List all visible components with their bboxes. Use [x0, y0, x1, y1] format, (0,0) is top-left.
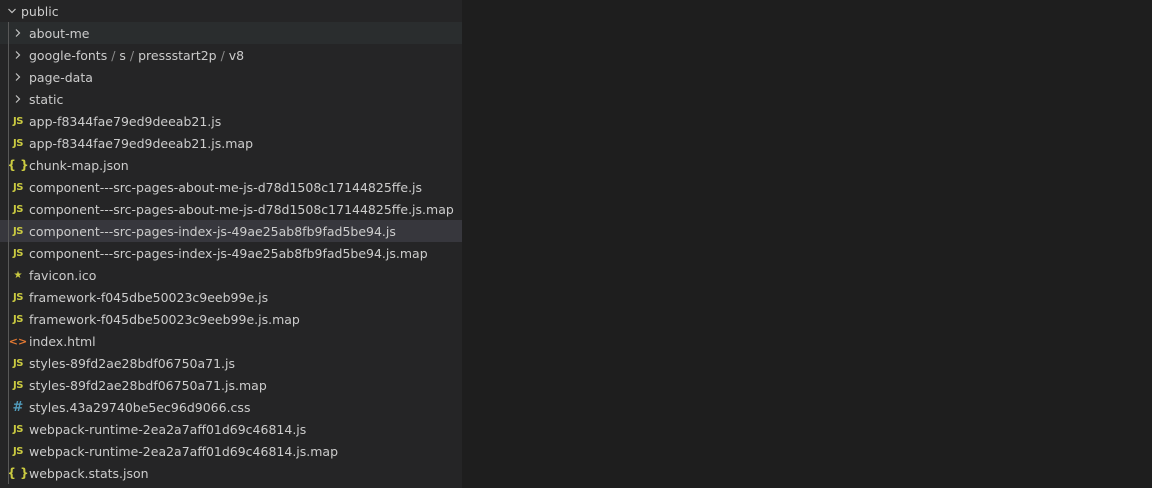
star-icon: ★	[13, 269, 23, 281]
js-icon: JS	[13, 313, 23, 325]
file-item[interactable]: JS framework-f045dbe50023c9eeb99e.js.map	[0, 308, 462, 330]
compact-folder-segment[interactable]: pressstart2p	[138, 48, 217, 63]
file-label: component---src-pages-about-me-js-d78d15…	[29, 201, 454, 217]
file-item[interactable]: JS component---src-pages-about-me-js-d78…	[0, 198, 462, 220]
file-item[interactable]: JS app-f8344fae79ed9deeab21.js	[0, 110, 462, 132]
chevron-down-icon	[4, 0, 20, 22]
folder-label: static	[29, 91, 64, 107]
file-explorer: public about-me google-fonts / s / press…	[0, 0, 462, 488]
file-label: styles-89fd2ae28bdf06750a71.js	[29, 355, 236, 371]
compact-folder-segment[interactable]: google-fonts	[29, 48, 107, 63]
file-item[interactable]: JS styles-89fd2ae28bdf06750a71.js	[0, 352, 462, 374]
file-label: webpack.stats.json	[29, 465, 149, 481]
file-item[interactable]: JS component---src-pages-index-js-49ae25…	[0, 242, 462, 264]
file-label: styles-89fd2ae28bdf06750a71.js.map	[29, 377, 267, 393]
file-label: framework-f045dbe50023c9eeb99e.js	[29, 289, 269, 305]
js-icon: JS	[13, 357, 23, 369]
indent-guide	[8, 22, 9, 44]
file-label: webpack-runtime-2ea2a7aff01d69c46814.js.…	[29, 443, 339, 459]
file-label: styles.43a29740be5ec96d9066.css	[29, 399, 251, 415]
js-icon: JS	[13, 247, 23, 259]
editor-area[interactable]	[462, 0, 1152, 488]
file-item[interactable]: # styles.43a29740be5ec96d9066.css	[0, 396, 462, 418]
file-item[interactable]: JS component---src-pages-about-me-js-d78…	[0, 176, 462, 198]
indent-guide	[8, 330, 9, 352]
folder-static[interactable]: static	[0, 88, 462, 110]
indent-guide	[8, 264, 9, 286]
file-label: app-f8344fae79ed9deeab21.js.map	[29, 135, 254, 151]
folder-page-data[interactable]: page-data	[0, 66, 462, 88]
file-label: app-f8344fae79ed9deeab21.js	[29, 113, 222, 129]
chevron-right-icon	[10, 44, 26, 66]
file-item[interactable]: JS app-f8344fae79ed9deeab21.js.map	[0, 132, 462, 154]
indent-guide	[8, 88, 9, 110]
file-label: component---src-pages-index-js-49ae25ab8…	[29, 223, 396, 239]
file-label: chunk-map.json	[29, 157, 129, 173]
chevron-right-icon	[10, 22, 26, 44]
js-icon: JS	[13, 137, 23, 149]
file-item[interactable]: JS framework-f045dbe50023c9eeb99e.js	[0, 286, 462, 308]
indent-guide	[8, 110, 9, 132]
chevron-right-icon	[10, 88, 26, 110]
indent-guide	[8, 374, 9, 396]
file-label: component---src-pages-index-js-49ae25ab8…	[29, 245, 428, 261]
js-icon: JS	[13, 203, 23, 215]
indent-guide	[8, 132, 9, 154]
file-label: component---src-pages-about-me-js-d78d15…	[29, 179, 423, 195]
indent-guide	[8, 396, 9, 418]
json-icon: { }	[7, 466, 29, 480]
indent-guide	[8, 66, 9, 88]
indent-guide	[8, 44, 9, 66]
file-item-selected[interactable]: JS component---src-pages-index-js-49ae25…	[0, 220, 462, 242]
folder-label: page-data	[29, 69, 93, 85]
file-item[interactable]: JS webpack-runtime-2ea2a7aff01d69c46814.…	[0, 418, 462, 440]
file-item[interactable]: ★ favicon.ico	[0, 264, 462, 286]
js-icon: JS	[13, 225, 23, 237]
file-item[interactable]: { } webpack.stats.json	[0, 462, 462, 484]
js-icon: JS	[13, 423, 23, 435]
css-icon: #	[12, 399, 24, 415]
indent-guide	[8, 242, 9, 264]
js-icon: JS	[13, 291, 23, 303]
compact-folder-segment[interactable]: v8	[229, 48, 244, 63]
folder-google-fonts[interactable]: google-fonts / s / pressstart2p / v8	[0, 44, 462, 66]
file-label: index.html	[29, 333, 96, 349]
js-icon: JS	[13, 379, 23, 391]
folder-public[interactable]: public	[0, 0, 462, 22]
path-separator: /	[125, 47, 139, 63]
folder-label-public: public	[21, 3, 59, 19]
indent-guide	[8, 418, 9, 440]
indent-guide	[8, 308, 9, 330]
file-item[interactable]: { } chunk-map.json	[0, 154, 462, 176]
indent-guide	[8, 198, 9, 220]
js-icon: JS	[13, 181, 23, 193]
file-label: favicon.ico	[29, 267, 97, 283]
file-item[interactable]: <> index.html	[0, 330, 462, 352]
indent-guide	[8, 440, 9, 462]
file-item[interactable]: JS styles-89fd2ae28bdf06750a71.js.map	[0, 374, 462, 396]
indent-guide	[8, 220, 9, 242]
html-icon: <>	[8, 334, 28, 348]
chevron-right-icon	[10, 66, 26, 88]
file-label: webpack-runtime-2ea2a7aff01d69c46814.js	[29, 421, 307, 437]
indent-guide	[8, 286, 9, 308]
indent-guide	[8, 462, 9, 484]
path-separator: /	[107, 47, 120, 63]
folder-label: about-me	[29, 25, 90, 41]
js-icon: JS	[13, 445, 23, 457]
compact-folder-label: google-fonts / s / pressstart2p / v8	[29, 48, 244, 63]
indent-guide	[8, 154, 9, 176]
indent-guide	[8, 352, 9, 374]
file-item[interactable]: JS webpack-runtime-2ea2a7aff01d69c46814.…	[0, 440, 462, 462]
js-icon: JS	[13, 115, 23, 127]
file-label: framework-f045dbe50023c9eeb99e.js.map	[29, 311, 300, 327]
json-icon: { }	[7, 158, 29, 172]
path-separator: /	[216, 47, 229, 63]
folder-about-me[interactable]: about-me	[0, 22, 462, 44]
indent-guide	[8, 176, 9, 198]
